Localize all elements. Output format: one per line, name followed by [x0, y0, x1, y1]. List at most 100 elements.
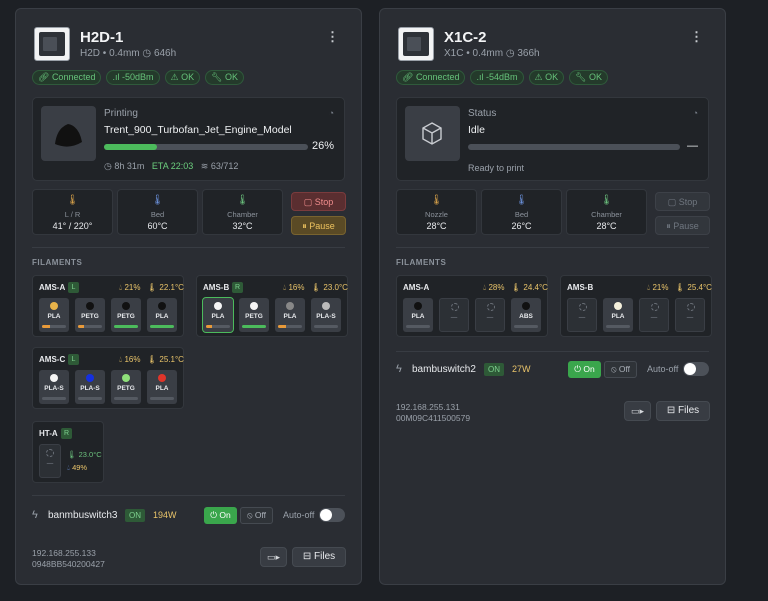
filament-level [42, 325, 66, 328]
folder-icon: ⊟ [666, 405, 679, 416]
files-button[interactable]: ⊟ Files [292, 547, 346, 567]
link-icon: 🔗︎ [38, 72, 52, 82]
power-off-icon: ⦸ [610, 364, 619, 374]
filament-level [314, 325, 338, 328]
empty-slot-icon [451, 303, 459, 311]
filaments-title: FILAMENTS [396, 258, 447, 267]
power-switch-row: ϟ banmbuswitch3 ON 194W ⏻ On ⦸ Off Auto-… [32, 507, 345, 527]
status-chips: 🔗︎ Connected .ıl -54dBm ⚠ OK 🔧︎ OK [396, 70, 609, 85]
ams-side-badge: L [68, 282, 79, 293]
job-name: Trent_900_Turbofan_Jet_Engine_Model [104, 124, 292, 136]
filament-color-dot [158, 302, 166, 310]
filament-level [114, 325, 138, 328]
wrench-icon: 🔧︎ [575, 72, 590, 82]
filament-slot[interactable]: ABS [511, 298, 541, 332]
signal-chip: .ıl -50dBm [106, 70, 160, 85]
filament-slot[interactable]: — [439, 298, 469, 332]
progress-percent: 26% [311, 140, 334, 152]
empty-slot-icon [46, 449, 54, 457]
power-on-button[interactable]: ⏻ On [204, 507, 237, 524]
ip-address: 192.168.255.133 [32, 548, 96, 558]
pause-button[interactable]: ⏸ Pause [291, 216, 346, 235]
progress-bar [104, 144, 308, 150]
layers-icon: ≋ [200, 161, 211, 171]
auto-off-label: Auto-off [647, 364, 679, 374]
job-label: Status [468, 108, 497, 119]
divider [32, 247, 345, 248]
filament-slot[interactable]: PETG [111, 370, 141, 404]
nozzle-temp: 🌡︎ Nozzle 28°C [396, 189, 477, 235]
filament-slot[interactable]: — [639, 298, 669, 332]
power-on-button[interactable]: ⏻ On [568, 361, 601, 378]
filament-color-dot [286, 302, 294, 310]
network-info: 192.168.255.133 0948BB540200427 [32, 548, 105, 570]
divider [396, 351, 709, 352]
filament-color-dot [86, 302, 94, 310]
filament-slot[interactable]: PLA-S [75, 370, 105, 404]
power-off-button[interactable]: ⦸ Off [604, 361, 637, 378]
pause-button[interactable]: ⏸ Pause [655, 216, 710, 235]
divider [32, 495, 345, 496]
empty-slot-icon [579, 303, 587, 311]
filament-slot[interactable]: PLA [39, 298, 69, 332]
ams-ht-a: HT-A R — 🌡︎ 23.0°C 💧︎ 49% [32, 421, 104, 483]
filament-slot[interactable]: PETG [111, 298, 141, 332]
files-button[interactable]: ⊟ Files [656, 401, 710, 421]
printer-card-h2d-1: H2D-1 H2D • 0.4mm ◷ 646h ⋮ 🔗︎ Connected … [15, 8, 362, 585]
network-info: 192.168.255.131 00M09C411500579 [396, 402, 470, 424]
ip-address: 192.168.255.131 [396, 402, 460, 412]
filament-level [242, 325, 266, 328]
auto-off-toggle[interactable] [319, 508, 345, 522]
filament-type: PLA [155, 385, 169, 392]
filament-slot[interactable]: — [567, 298, 597, 332]
thermometer-icon: 🌡︎ [311, 283, 324, 292]
filament-type: PETG [81, 313, 99, 320]
kebab-menu-icon[interactable]: ⋮ [326, 29, 339, 45]
stop-button[interactable]: ▢ Stop [655, 192, 710, 211]
thermometer-icon: 🌡︎ [147, 283, 160, 292]
camera-button[interactable]: ▭▸ [624, 401, 651, 421]
ams-name: AMS-C [39, 355, 66, 364]
nozzle-cam-icon: ◔ [328, 108, 334, 118]
filament-slot[interactable]: PLA [275, 298, 305, 332]
filament-slot[interactable]: — [475, 298, 505, 332]
filament-slot[interactable]: PLA-S [39, 370, 69, 404]
ams-temperature: 🌡︎ 22.1°C [147, 283, 184, 292]
job-subtext: Ready to print [468, 163, 525, 173]
filament-slot[interactable]: PLA [147, 370, 177, 404]
filament-slot[interactable]: PLA [403, 298, 433, 332]
kebab-menu-icon[interactable]: ⋮ [690, 29, 703, 45]
power-off-button[interactable]: ⦸ Off [240, 507, 273, 524]
printer-thumbnail [34, 27, 70, 61]
filament-slot[interactable]: PLA [603, 298, 633, 332]
filament-type: — [686, 314, 694, 321]
job-meta: ◷ 8h 31m ETA 22:03 ≋ 63/712 [104, 161, 238, 172]
print-hours: 366h [517, 48, 540, 59]
printer-card-x1c-2: X1C-2 X1C • 0.4mm ◷ 366h ⋮ 🔗︎ Connected … [379, 8, 726, 585]
filament-color-dot [214, 302, 222, 310]
ams-humidity: 💧︎ 16% [119, 355, 141, 364]
auto-off-toggle[interactable] [683, 362, 709, 376]
empty-slot-icon [687, 303, 695, 311]
thermometer-icon: 🌡︎ [600, 195, 613, 206]
filament-slot[interactable]: PLA [202, 297, 234, 333]
model-thumbnail [41, 106, 96, 161]
filament-slot[interactable]: PLA [147, 298, 177, 332]
filament-slot[interactable]: PETG [239, 298, 269, 332]
serial-number: 00M09C411500579 [396, 413, 471, 423]
stop-button[interactable]: ▢ Stop [291, 192, 346, 211]
nozzle-size: 0.4mm [472, 48, 504, 59]
filament-slot[interactable]: PETG [75, 298, 105, 332]
filament-slot[interactable]: PLA-S [311, 298, 341, 332]
filament-type: PETG [245, 313, 263, 320]
thermometer-icon: 🌡︎ [151, 195, 164, 206]
filament-slot[interactable]: — [675, 298, 705, 332]
printer-model: H2D [80, 48, 101, 59]
bolt-icon: ϟ [32, 509, 38, 521]
ams-unit: AMS-C L 💧︎ 16% 🌡︎ 25.1°C PLA-S PLA-S PETG PLA [32, 347, 184, 409]
progress-fill [104, 144, 158, 150]
camera-button[interactable]: ▭▸ [260, 547, 287, 567]
chamber-temp: 🌡︎ Chamber 32°C [202, 189, 283, 235]
ht-slot[interactable]: — [39, 444, 61, 478]
ams-unit: AMS-B 💧︎ 21% 🌡︎ 25.4°C — PLA — — [560, 275, 712, 337]
